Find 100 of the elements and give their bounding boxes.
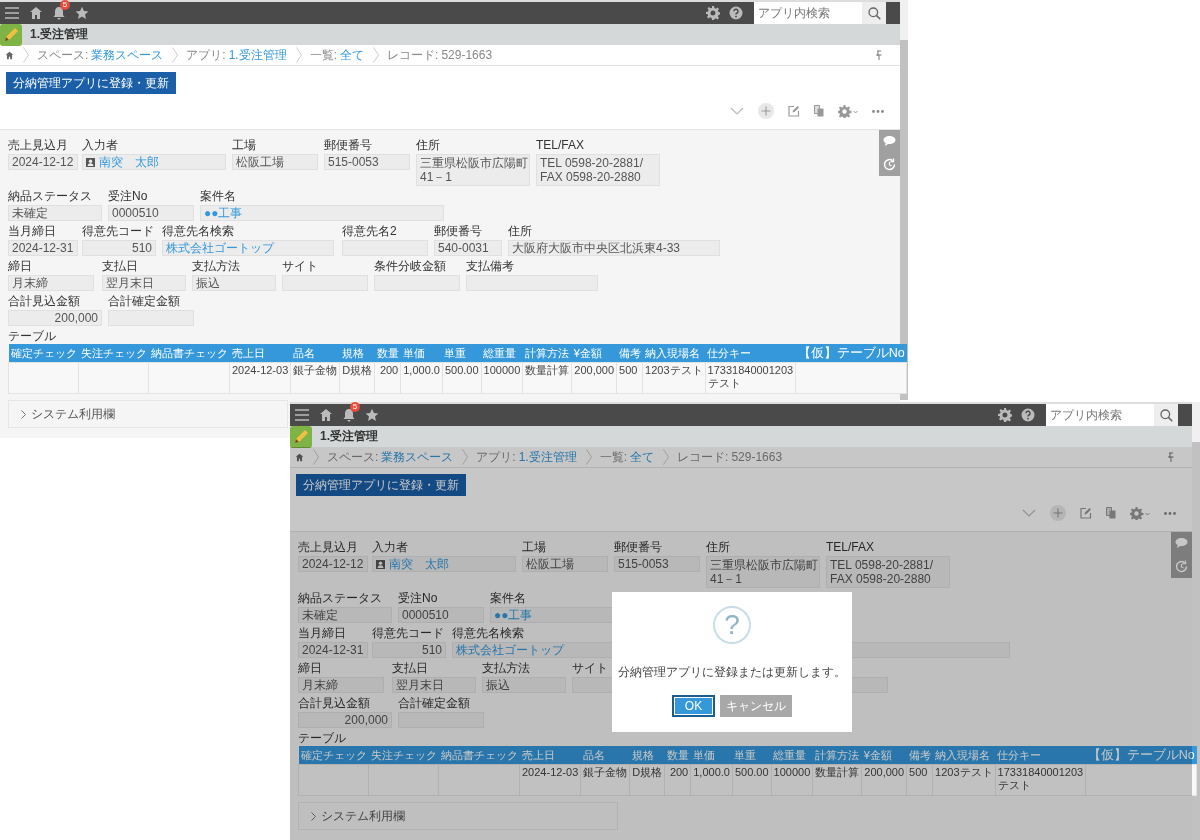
field-value: 振込 [196, 276, 220, 290]
table-cell: 数量計算 [525, 364, 570, 376]
column-header: 規格 [629, 746, 665, 765]
field-label: TEL/FAX [536, 138, 585, 152]
table-cell: 1203テスト [645, 364, 703, 376]
column-header: 失注チェック [78, 344, 149, 363]
column-header: 備考 [906, 746, 933, 765]
table-cell: 200,000 [864, 766, 905, 778]
field-label: 案件名 [200, 189, 236, 203]
breadcrumb-value: 529-1663 [731, 450, 783, 464]
column-header: 【仮】テーブルNo [795, 344, 907, 363]
table-cell: 200 [669, 766, 689, 778]
column-header: 数量 [664, 746, 691, 765]
field-label: 工場 [522, 540, 546, 554]
field-value: FAX 0598-20-2880 [540, 170, 641, 184]
field-value: 未確定 [302, 608, 338, 622]
field-value: TEL 0598-20-2881/ [830, 558, 933, 572]
field-label: 住所 [416, 138, 440, 152]
field-label: 案件名 [490, 591, 526, 605]
column-header: ¥金額 [861, 746, 907, 765]
column-header: 総重量 [481, 344, 523, 363]
table-cell: 2024-12-03 [522, 766, 579, 778]
field-value: 翌月末日 [106, 276, 154, 290]
field-label: サイト [572, 661, 608, 675]
app-title: 1.受注管理 [30, 26, 88, 43]
field-label: 合計確定金額 [108, 294, 180, 308]
table-cell: 500.00 [734, 766, 769, 778]
field-label: 締日 [298, 661, 322, 675]
table-cell: 17331840001203テスト [707, 364, 794, 389]
breadcrumb-label: レコード: [677, 448, 729, 466]
field-label: 工場 [232, 138, 256, 152]
column-header: 売上日 [229, 344, 291, 363]
breadcrumb-value: 529-1663 [441, 48, 493, 62]
column-header: 売上日 [519, 746, 581, 765]
field-label: 受注No [108, 189, 148, 203]
column-header: 規格 [339, 344, 375, 363]
table-cell: 1,000.0 [693, 766, 730, 778]
field-label: 売上見込月 [298, 540, 358, 554]
table-cell: D規格 [342, 364, 373, 376]
field-value: 大阪府大阪市中央区北浜東4-33 [512, 241, 681, 255]
table-cell: 数量計算 [815, 766, 860, 778]
field-value: 540-0031 [438, 241, 489, 255]
column-header: 品名 [290, 344, 340, 363]
field-value: 松阪工場 [236, 155, 284, 169]
field-value: 振込 [486, 678, 510, 692]
column-header: 単重 [442, 344, 482, 363]
column-header: 納品書チェック [438, 746, 520, 765]
column-header: 数量 [374, 344, 401, 363]
field-value: 月末締 [302, 678, 338, 692]
field-value: 200,000 [54, 311, 98, 325]
field-value: 2024-12-12 [302, 557, 364, 571]
field-label: 住所 [706, 540, 730, 554]
breadcrumb-label: スペース: [37, 46, 89, 64]
column-header: 納入現場名 [932, 746, 996, 765]
column-header: 失注チェック [368, 746, 439, 765]
field-label: 売上見込月 [8, 138, 68, 152]
column-header: 品名 [580, 746, 630, 765]
table-cell: 500.00 [444, 364, 479, 376]
field-label: 得意先名検索 [162, 224, 234, 238]
field-label: 支払日 [102, 259, 138, 273]
field-label: 得意先コード [82, 224, 154, 238]
question-icon: ? [713, 606, 751, 644]
field-value: FAX 0598-20-2880 [830, 572, 931, 586]
breadcrumb-label: スペース: [327, 448, 379, 466]
field-label: 納品ステータス [298, 591, 382, 605]
field-label: 合計見込金額 [298, 696, 370, 710]
field-value: TEL 0598-20-2881/ [540, 156, 643, 170]
column-header: 単価 [690, 746, 733, 765]
field-label: 支払日 [392, 661, 428, 675]
field-label: 入力者 [82, 138, 118, 152]
column-header: ¥金額 [571, 344, 617, 363]
field-label: 郵便番号 [614, 540, 662, 554]
table-cell: 銀子金物 [583, 766, 628, 778]
column-header: 【仮】テーブルNo [1085, 746, 1197, 765]
table-cell: 2024-12-03 [232, 364, 289, 376]
field-label: 住所 [508, 224, 532, 238]
breadcrumb-label: 一覧: [599, 448, 628, 466]
column-header: 単重 [732, 746, 772, 765]
notification-badge: 5 [60, 0, 70, 10]
column-header: 仕分キー [705, 344, 796, 363]
app-title: 1.受注管理 [320, 428, 378, 445]
table-cell: 500 [619, 364, 638, 376]
field-label: TEL/FAX [826, 540, 875, 554]
breadcrumb-label: アプリ: [476, 448, 516, 466]
column-header: 単価 [400, 344, 443, 363]
field-value: 2024-12-12 [12, 155, 74, 169]
table-label: テーブル [298, 731, 347, 745]
field-label: 合計見込金額 [8, 294, 80, 308]
field-value: 510 [421, 643, 442, 657]
field-label: 当月締日 [8, 224, 56, 238]
field-value: 松阪工場 [526, 557, 574, 571]
field-label: 受注No [398, 591, 438, 605]
field-label: 入力者 [372, 540, 408, 554]
field-value: 510 [131, 241, 152, 255]
field-value: 三重県松阪市広陽町 [710, 558, 818, 572]
notification-badge: 5 [350, 402, 360, 412]
table-cell: 500 [909, 766, 928, 778]
column-header: 納品書チェック [148, 344, 230, 363]
field-label: 得意先名2 [342, 224, 397, 238]
field-value: 三重県松阪市広陽町 [420, 156, 528, 170]
